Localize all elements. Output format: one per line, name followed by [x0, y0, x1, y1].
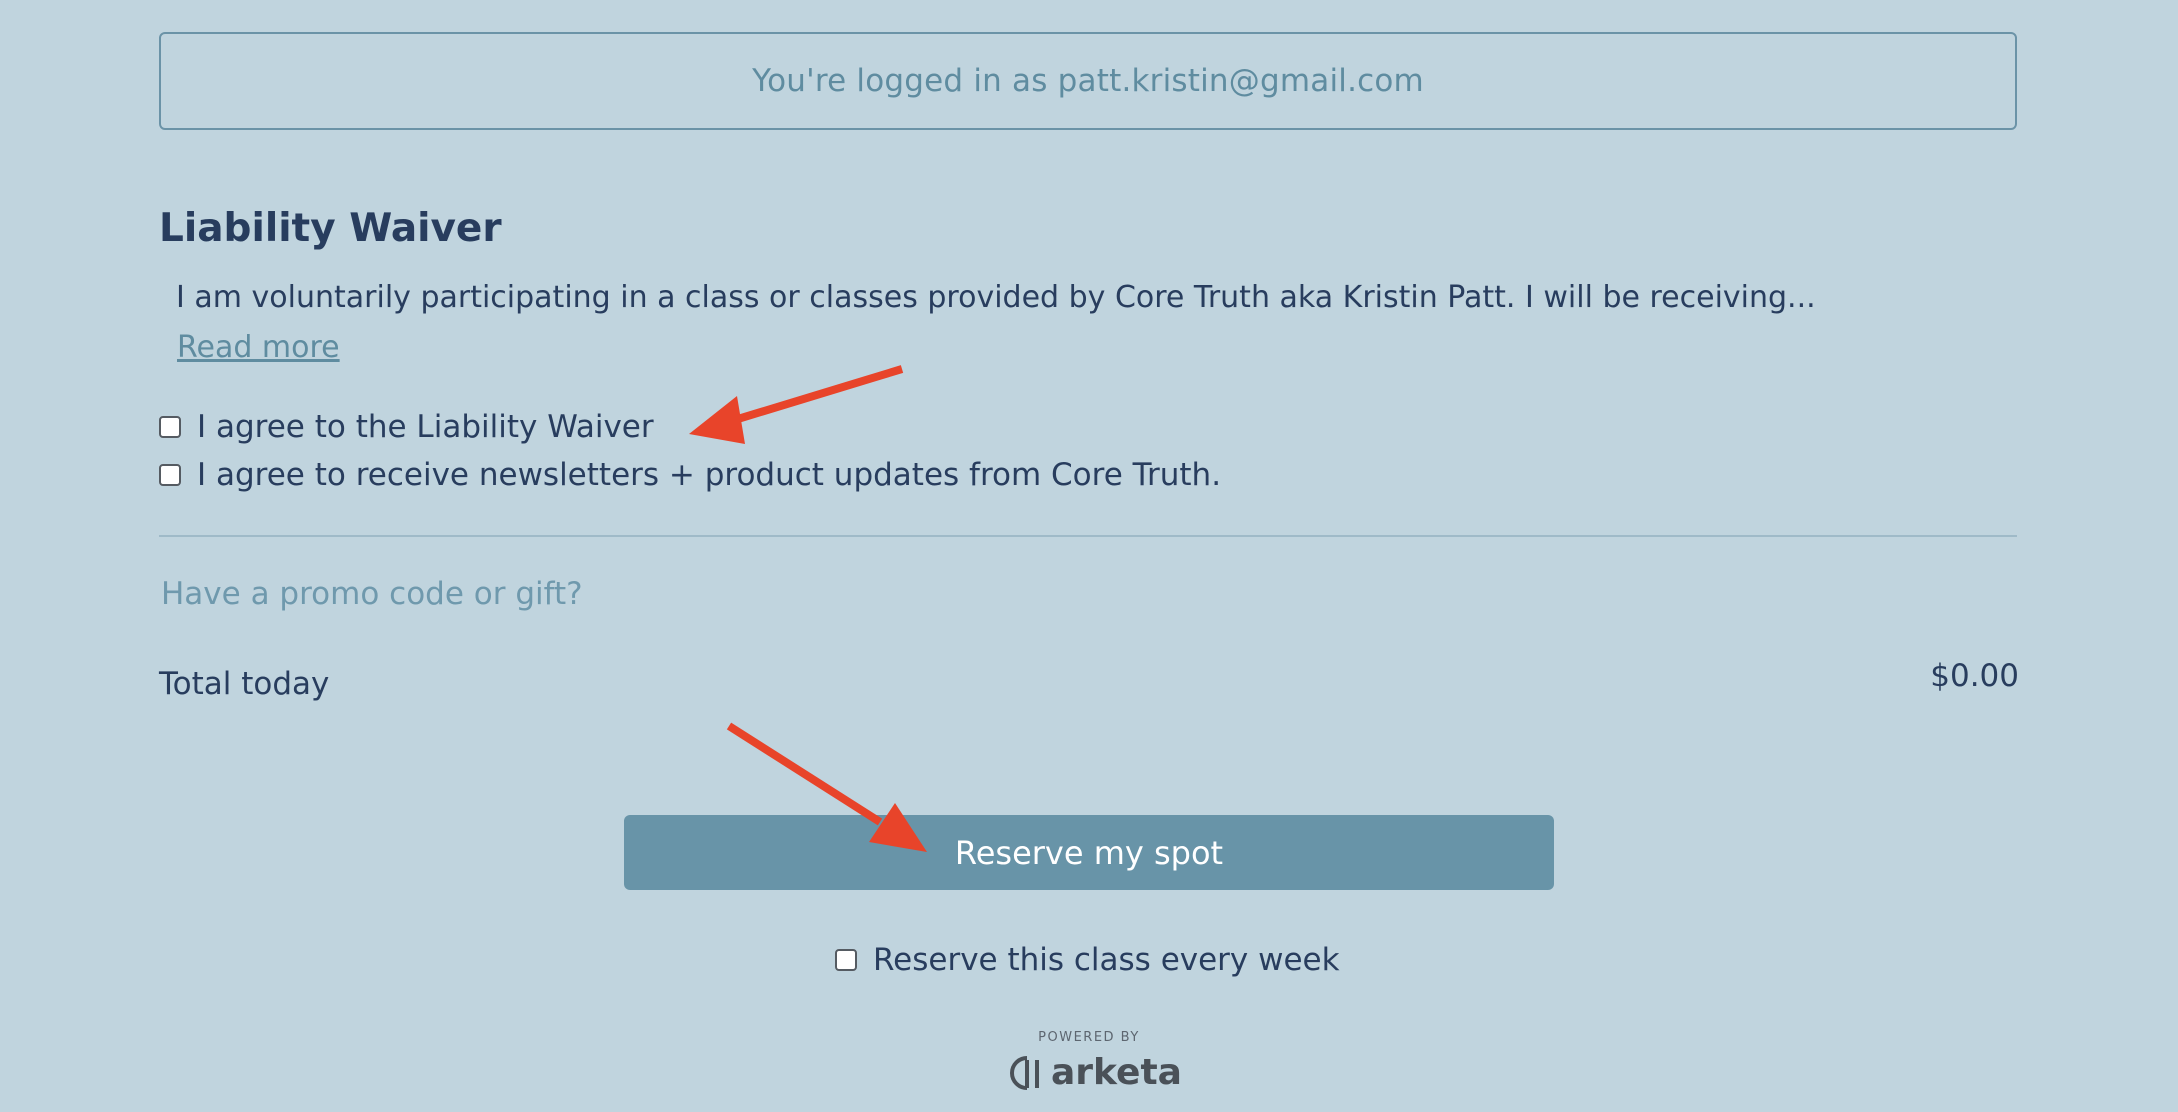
waiver-title: Liability Waiver	[159, 206, 502, 251]
read-more-link[interactable]: Read more	[177, 330, 340, 365]
annotation-arrow-waiver-shaft	[726, 365, 904, 426]
newsletter-label: I agree to receive newsletters + product…	[197, 457, 1222, 493]
logged-in-text: You're logged in as patt.kristin@gmail.c…	[752, 63, 1424, 99]
total-amount: $0.00	[1930, 658, 2019, 694]
newsletter-checkbox[interactable]	[159, 464, 181, 486]
reserve-button-label: Reserve my spot	[954, 833, 1224, 872]
agree-waiver-label: I agree to the Liability Waiver	[197, 409, 654, 445]
waiver-excerpt: I am voluntarily participating in a clas…	[176, 280, 1816, 315]
weekly-reserve-label: Reserve this class every week	[873, 942, 1340, 978]
promo-code-link[interactable]: Have a promo code or gift?	[161, 576, 583, 612]
agree-waiver-option[interactable]: I agree to the Liability Waiver	[159, 409, 654, 445]
annotation-arrow-button-shaft	[726, 722, 883, 826]
newsletter-option[interactable]: I agree to receive newsletters + product…	[159, 457, 1221, 493]
agree-waiver-checkbox[interactable]	[159, 416, 181, 438]
logged-in-banner: You're logged in as patt.kristin@gmail.c…	[159, 32, 2017, 130]
weekly-reserve-checkbox[interactable]	[835, 949, 857, 971]
section-divider	[159, 535, 2017, 537]
powered-by-label: POWERED BY	[1038, 1030, 1140, 1045]
total-label: Total today	[159, 666, 330, 702]
arketa-brand-name: arketa	[1051, 1052, 1182, 1093]
arketa-brand[interactable]: arketa	[1007, 1052, 1182, 1093]
arketa-logo-icon	[1010, 1055, 1039, 1090]
reserve-button[interactable]: Reserve my spot	[624, 815, 1554, 890]
weekly-reserve-option[interactable]: Reserve this class every week	[835, 942, 1340, 978]
checkout-page: You're logged in as patt.kristin@gmail.c…	[0, 0, 2178, 1112]
annotation-arrow-waiver-head	[689, 396, 745, 444]
